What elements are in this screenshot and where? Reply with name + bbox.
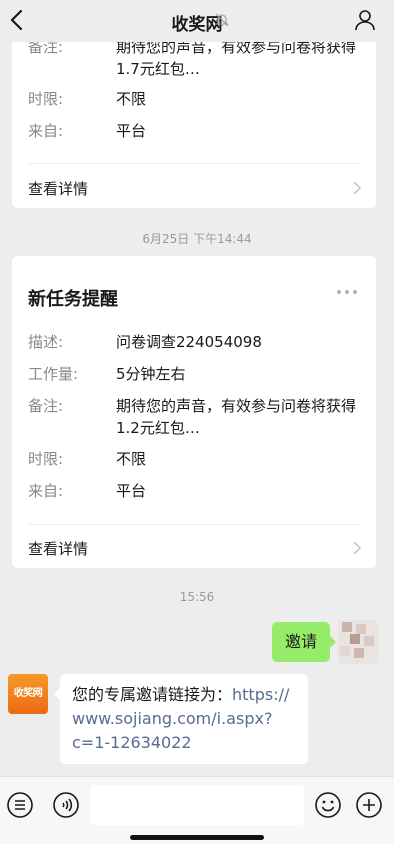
divider	[28, 524, 360, 525]
home-indicator	[130, 835, 264, 840]
card-row-remark: 备注: 期待您的声音，有效参与问卷将获得 1.7元红包…	[28, 38, 357, 78]
menu-list-icon[interactable]	[6, 791, 34, 819]
invite-link[interactable]: www.sojiang.com/i.aspx?	[72, 709, 272, 728]
view-details-link[interactable]: 查看详情	[28, 178, 88, 199]
timestamp: 6月25日 下午14:44	[142, 232, 252, 246]
divider	[28, 163, 360, 164]
message-input[interactable]	[90, 785, 304, 825]
emoji-icon[interactable]	[314, 791, 342, 819]
more-dots-icon[interactable]	[336, 288, 358, 296]
avatar[interactable]	[338, 620, 378, 664]
invite-link[interactable]: c=1-12634022	[72, 733, 192, 752]
plus-icon[interactable]	[355, 791, 383, 819]
profile-icon[interactable]	[354, 9, 376, 31]
voice-icon[interactable]	[52, 791, 80, 819]
received-message-bubble[interactable]: 您的专属邀请链接为：https:// www.sojiang.com/i.asp…	[54, 674, 308, 764]
view-details-link[interactable]: 查看详情	[28, 538, 88, 559]
input-bar	[0, 776, 394, 844]
chevron-right-icon	[353, 181, 362, 195]
bot-avatar[interactable]: 收奖网	[8, 674, 48, 714]
sent-message-bubble[interactable]: 邀请	[272, 622, 336, 662]
invite-link[interactable]: https://	[232, 685, 289, 704]
card-title: 新任务提醒	[28, 289, 118, 310]
chat-title: 收奖网	[171, 15, 223, 35]
card-row-remark: 备注: 期待您的声音，有效参与问卷将获得 1.2元红包…	[28, 397, 357, 437]
chevron-right-icon	[353, 541, 362, 555]
timestamp: 15:56	[179, 590, 215, 604]
mute-bell-icon	[215, 13, 229, 27]
task-card-new: 新任务提醒 描述: 问卷调查224054098 工作量: 5分钟左右 备注: 期…	[12, 256, 376, 568]
nav-bar: 收奖网	[0, 0, 394, 42]
